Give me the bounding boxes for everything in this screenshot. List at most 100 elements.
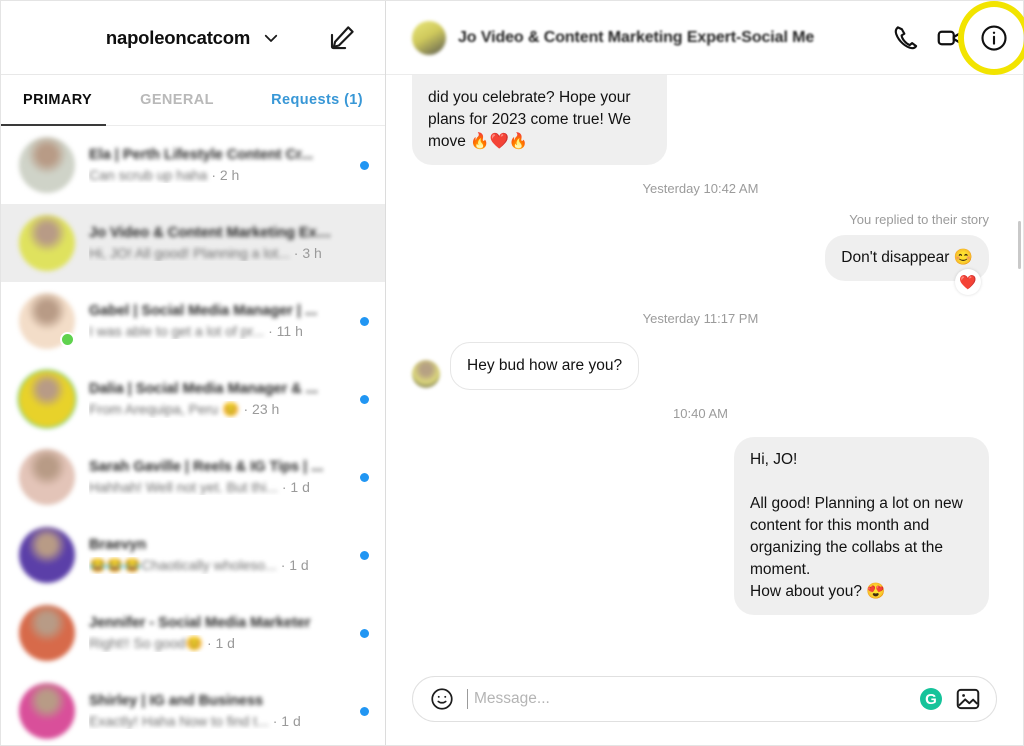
incoming-message-bubble: did you celebrate? Hope your plans for 2…	[412, 75, 667, 165]
conversation-row[interactable]: Dalia | Social Media Manager & ... From A…	[1, 360, 385, 438]
conversation-title: Sarah Gaville | Reels & IG Tips | ...	[89, 459, 324, 475]
message-row: Hey bud how are you?	[412, 342, 989, 390]
outgoing-message-bubble: Hi, JO! All good! Planning a lot on new …	[734, 437, 989, 615]
avatar	[19, 449, 75, 505]
conversation-timestamp: · 2 h	[211, 167, 240, 183]
conversation-title: Jennifer - Social Media Marketer	[89, 614, 311, 631]
unread-indicator	[360, 472, 369, 482]
unread-indicator	[360, 160, 369, 170]
conversation-text: Braevyn 😂😂😂Chaotically wholeso... · 1 d	[89, 537, 338, 574]
conversation-row[interactable]: Shirley | IG and Business Exactly! Haha N…	[1, 672, 385, 745]
tab-general[interactable]: GENERAL	[92, 75, 214, 125]
conversation-text: Sarah Gaville | Reels & IG Tips | ... Hah…	[89, 459, 338, 495]
conversation-snippet-text: Can scrub up haha	[89, 167, 208, 183]
conversation-snippet: Hi, JO! All good! Planning a lot... · 3 h	[89, 245, 338, 261]
phone-icon[interactable]	[891, 23, 921, 53]
conversation-snippet-text: From Arequipa, Peru 😊	[89, 400, 240, 417]
chat-title: Jo Video & Content Marketing Expert-Soci…	[458, 28, 815, 46]
avatar-story-ring	[19, 371, 75, 427]
conversation-title: Ela | Perth Lifestyle Content Cr...	[89, 147, 314, 163]
composer-area: G	[386, 669, 1023, 745]
conversation-row[interactable]: Gabel | Social Media Manager | ... I was …	[1, 282, 385, 360]
message-avatar	[412, 360, 440, 388]
conversation-snippet-text: I was able to get a lot of pr...	[89, 323, 265, 339]
inbox-pane: napoleoncatcom PRIMARY GENERAL Requests …	[1, 1, 386, 745]
conversation-row[interactable]: Jo Video & Content Marketing Expe... Hi, …	[1, 204, 385, 282]
conversation-row[interactable]: Braevyn 😂😂😂Chaotically wholeso... · 1 d	[1, 516, 385, 594]
message-thread[interactable]: did you celebrate? Hope your plans for 2…	[386, 75, 1023, 669]
conversation-title: Braevyn	[89, 536, 147, 553]
message-reaction[interactable]: ❤️	[955, 269, 981, 295]
conversation-timestamp: · 1 d	[206, 634, 235, 651]
conversation-text: Jennifer - Social Media Marketer Right!! …	[89, 615, 338, 652]
conversation-snippet-text: 😂😂😂Chaotically wholeso...	[89, 556, 277, 573]
message-input[interactable]	[467, 689, 908, 709]
conversation-snippet-text: Hahhah! Well not yet. But thi...	[89, 479, 278, 495]
conversation-snippet-text: Exactly! Haha Now to find t...	[89, 713, 269, 729]
image-icon[interactable]	[954, 685, 982, 713]
message-group: did you celebrate? Hope your plans for 2…	[412, 75, 667, 165]
conversation-snippet: 😂😂😂Chaotically wholeso... · 1 d	[89, 557, 338, 574]
compose-icon[interactable]	[327, 23, 357, 53]
avatar	[19, 527, 75, 583]
story-reply-label: You replied to their story	[849, 212, 989, 227]
conversation-text: Gabel | Social Media Manager | ... I was …	[89, 303, 338, 339]
message-group: Hey bud how are you?	[450, 342, 640, 390]
conversation-text: Shirley | IG and Business Exactly! Haha N…	[89, 693, 338, 729]
account-switcher-button[interactable]: napoleoncatcom	[106, 27, 280, 49]
unread-indicator	[360, 628, 369, 638]
inbox-header: napoleoncatcom	[1, 1, 385, 75]
conversation-title: Shirley | IG and Business	[89, 693, 264, 709]
avatar	[19, 215, 75, 271]
account-name: napoleoncatcom	[105, 26, 251, 48]
tab-requests[interactable]: Requests (1)	[271, 75, 363, 125]
conversation-timestamp: · 11 h	[268, 323, 303, 339]
conversation-list[interactable]: Ela | Perth Lifestyle Content Cr... Can s…	[1, 126, 385, 745]
conversation-timestamp: · 3 h	[293, 245, 322, 261]
avatar	[19, 683, 75, 739]
conversation-row[interactable]: Ela | Perth Lifestyle Content Cr... Can s…	[1, 126, 385, 204]
conversation-snippet-text: Hi, JO! All good! Planning a lot...	[89, 245, 290, 261]
info-icon[interactable]	[979, 23, 1009, 53]
unread-indicator	[360, 316, 369, 326]
instagram-dm-window: napoleoncatcom PRIMARY GENERAL Requests …	[0, 0, 1024, 746]
emoji-smiley-icon[interactable]	[429, 686, 455, 712]
unread-indicator	[360, 394, 369, 404]
conversation-text: Jo Video & Content Marketing Expe... Hi, …	[89, 225, 338, 261]
avatar-image	[19, 527, 75, 583]
unread-indicator	[360, 706, 369, 716]
conversation-row[interactable]: Jennifer - Social Media Marketer Right!! …	[1, 594, 385, 672]
avatar	[19, 371, 75, 427]
avatar-image	[19, 683, 75, 739]
avatar-image	[19, 215, 75, 271]
conversation-snippet: Exactly! Haha Now to find t... · 1 d	[89, 713, 338, 729]
info-highlight-annotation	[979, 23, 1009, 53]
conversation-pane: Jo Video & Content Marketing Expert-Soci…	[386, 1, 1023, 745]
conversation-snippet: From Arequipa, Peru 😊 · 23 h	[89, 401, 338, 418]
conversation-snippet: Can scrub up haha · 2 h	[89, 167, 338, 183]
conversation-text: Dalia | Social Media Manager & ... From A…	[89, 381, 338, 418]
message-composer: G	[412, 676, 997, 722]
conversation-snippet: I was able to get a lot of pr... · 11 h	[89, 323, 338, 339]
contact-avatar	[412, 20, 446, 55]
message-timestamp-separator: Yesterday 10:42 AM	[642, 181, 759, 196]
conversation-title: Gabel | Social Media Manager | ...	[89, 303, 318, 319]
tab-primary[interactable]: PRIMARY	[1, 75, 107, 126]
message-timestamp-separator: Yesterday 11:17 PM	[642, 311, 759, 326]
message-row: did you celebrate? Hope your plans for 2…	[412, 75, 989, 165]
message-group: Hi, JO! All good! Planning a lot on new …	[734, 437, 989, 615]
chevron-down-icon	[262, 29, 280, 47]
conversation-timestamp: · 1 d	[280, 556, 309, 573]
conversation-title: Jo Video & Content Marketing Expe...	[89, 225, 338, 241]
message-group: Don't disappear 😊 ❤️	[825, 235, 989, 295]
video-camera-icon[interactable]	[935, 23, 965, 53]
thread-scrollbar[interactable]	[1018, 221, 1021, 269]
conversation-timestamp: · 1 d	[272, 713, 301, 729]
conversation-row[interactable]: Sarah Gaville | Reels & IG Tips | ... Hah…	[1, 438, 385, 516]
avatar-image	[19, 137, 75, 193]
conversation-snippet: Hahhah! Well not yet. But thi... · 1 d	[89, 479, 338, 495]
online-status-dot	[60, 332, 75, 347]
conversation-text: Ela | Perth Lifestyle Content Cr... Can s…	[89, 147, 338, 183]
chat-actions	[891, 23, 1009, 53]
grammarly-icon[interactable]: G	[920, 688, 942, 710]
